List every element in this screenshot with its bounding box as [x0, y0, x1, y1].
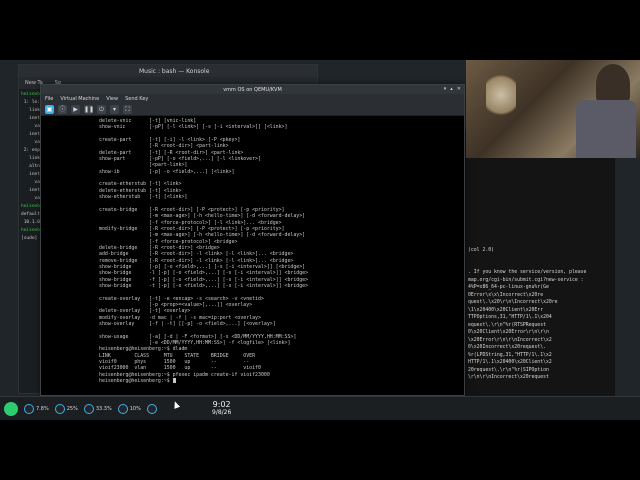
- terminal-line: 4%P=x86_64-pc-linux-gnu%r(Ge: [468, 285, 549, 290]
- terminal-line: 0\x20Client\x20Error\r\n\r\n: [468, 330, 549, 335]
- swap-gauge-icon: [83, 403, 94, 414]
- vm-title: vmm OS on QEMU/KVM: [223, 87, 282, 93]
- webcam-person: [596, 64, 630, 104]
- menu-item-send-key[interactable]: Send Key: [125, 96, 148, 103]
- clock-time: 9:02: [212, 400, 231, 409]
- vm-titlebar[interactable]: vmm OS on QEMU/KVM ▾ ▴ ✕: [41, 85, 464, 94]
- right-terminal-output[interactable]: (col 2.0) . If you know the service/vers…: [440, 130, 615, 400]
- terminal-line: 20request\.\r\n"%r(SIPOption: [468, 367, 549, 373]
- terminal-line: %r(LPDString,31,"HTTP/1\.1\x2: [468, 352, 552, 358]
- terminal-line: (col 2.0): [468, 247, 494, 253]
- vm-console[interactable]: delete-vnic [-t] [vnic-link] show-vnic [-…: [41, 116, 464, 395]
- cpu-gauge-icon: [24, 403, 34, 414]
- webcam-chair: [576, 100, 636, 158]
- konsole-title: Music : bash — Konsole: [139, 68, 210, 75]
- letterbox-top: [0, 0, 640, 60]
- tray-label: 7.8%: [36, 405, 49, 412]
- tray-label: 10%: [129, 405, 141, 412]
- menu-item-view[interactable]: View: [106, 96, 118, 103]
- terminal-line: 0Error\x\x\Incorrect\x20re: [468, 292, 544, 298]
- terminal-line: \x20Error\r\n\r\nIncorrect\x2: [468, 337, 552, 343]
- maximize-icon[interactable]: ▴: [450, 86, 453, 92]
- info-icon[interactable]: ⓘ: [58, 105, 67, 114]
- temp-indicator[interactable]: [146, 403, 159, 414]
- tray-label: 25%: [66, 405, 78, 412]
- webcam-lamp: [486, 70, 516, 120]
- terminal-line: equest\.\r\n"%r(RTSPRequest: [468, 322, 546, 328]
- clock[interactable]: 9:02 9/8/26: [212, 400, 231, 416]
- close-icon[interactable]: ✕: [457, 86, 461, 92]
- terminal-line: map.org/cgi-bin/submit.cgi?new-service :: [468, 277, 584, 283]
- pause-icon[interactable]: ❚❚: [84, 105, 94, 114]
- terminal-line: TTPOptions,31,"HTTP/1\.1\x204: [468, 315, 552, 320]
- swap-indicator[interactable]: 33.3%: [83, 403, 112, 414]
- play-icon[interactable]: ▶: [71, 105, 80, 114]
- terminal-line: quest\.\x20\r\n\Incorrect\x20re: [468, 300, 558, 305]
- desktop: Music : bash — Konsole New Ta Sp heisenb…: [0, 60, 640, 420]
- temp-gauge-icon: [146, 403, 157, 414]
- vm-menubar: File Virtual Machine View Send Key: [41, 94, 464, 103]
- tray-label: 33.3%: [95, 405, 112, 412]
- minimize-icon[interactable]: ▾: [444, 86, 447, 92]
- disk-gauge-icon: [117, 403, 128, 414]
- webcam-overlay: [466, 60, 640, 158]
- fullscreen-icon[interactable]: ⛶: [123, 105, 132, 114]
- memory-gauge-icon: [54, 403, 65, 414]
- menu-item-file[interactable]: File: [45, 96, 53, 103]
- app-launcher-icon[interactable]: [4, 401, 18, 416]
- vm-window[interactable]: vmm OS on QEMU/KVM ▾ ▴ ✕ File Virtual Mac…: [40, 84, 465, 396]
- taskbar: 7.8% 25% 33.3% 10% 9:02 9/8/26: [0, 396, 640, 420]
- konsole-titlebar[interactable]: Music : bash — Konsole: [19, 65, 317, 77]
- cpu-indicator[interactable]: 7.8%: [24, 403, 49, 414]
- terminal-line: 0\x20Incorrect\x20request\.: [468, 345, 546, 350]
- terminal-line: \1\x20400\x20Client\x20Err: [468, 307, 544, 313]
- letterbox-bottom: [0, 420, 640, 480]
- terminal-line: . If you know the service/version, pleas…: [468, 270, 587, 275]
- dropdown-icon[interactable]: ▾: [110, 105, 119, 114]
- console-line: heisenberg@heisenberg:~$: [99, 378, 464, 384]
- clock-date: 9/8/26: [212, 409, 232, 416]
- menu-item-virtual-machine[interactable]: Virtual Machine: [60, 96, 99, 103]
- power-icon[interactable]: ⏻: [97, 105, 106, 114]
- memory-indicator[interactable]: 25%: [54, 403, 78, 414]
- screen-icon[interactable]: ▣: [45, 105, 54, 114]
- disk-indicator[interactable]: 10%: [117, 403, 141, 414]
- terminal-line: \r\n\r\nIncorrect\x20request: [468, 375, 549, 380]
- text-cursor: [172, 378, 176, 384]
- terminal-line: HTTP/1\.1\x20400\x20Client\x2: [468, 360, 552, 365]
- vm-toolbar: ▣ ⓘ ▶ ❚❚ ⏻ ▾ ⛶: [41, 103, 464, 116]
